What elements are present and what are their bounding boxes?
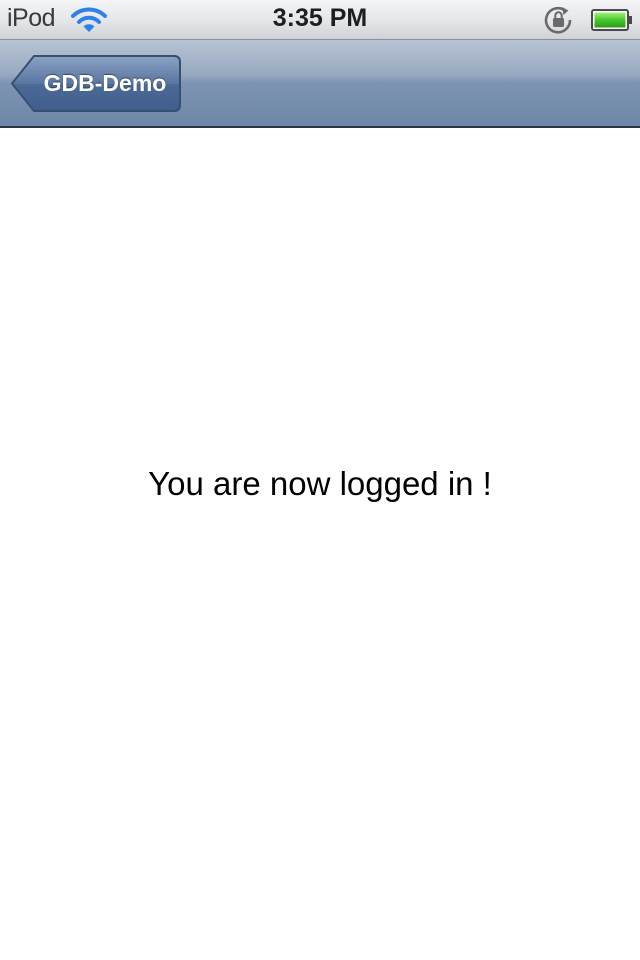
back-button-label: GDB-Demo bbox=[43, 70, 167, 96]
rotation-lock-icon bbox=[543, 5, 575, 35]
navigation-bar: GDB-Demo bbox=[0, 40, 640, 128]
screen: iPod 3:35 PM GDB-Demo You are now logged… bbox=[0, 0, 640, 960]
main-content: You are now logged in ! bbox=[0, 128, 640, 960]
login-status-message: You are now logged in ! bbox=[148, 465, 492, 502]
back-button[interactable]: GDB-Demo bbox=[10, 54, 182, 113]
battery-icon bbox=[591, 9, 633, 31]
status-bar: iPod 3:35 PM bbox=[0, 0, 640, 40]
